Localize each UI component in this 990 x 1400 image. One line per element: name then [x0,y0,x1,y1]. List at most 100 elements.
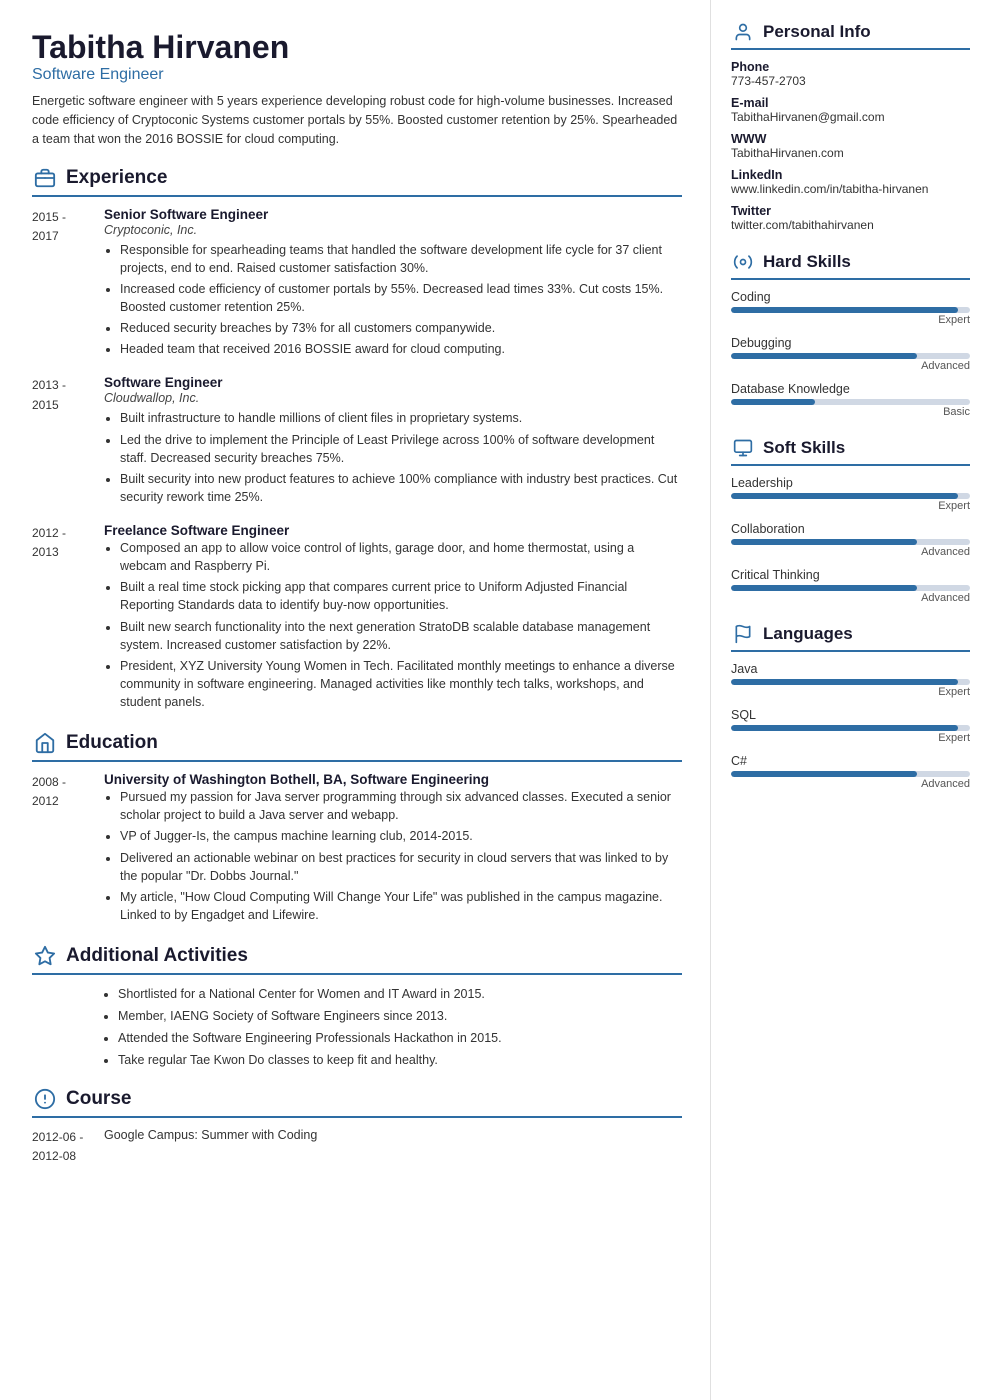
skill-bar-fill [731,539,917,545]
personal-info-title: Personal Info [763,22,871,42]
education-icon [32,730,58,756]
list-item: Attended the Software Engineering Profes… [118,1029,682,1047]
list-item: Built security into new product features… [120,470,682,506]
list-item: Reduced security breaches by 73% for all… [120,319,682,337]
hard-skills-icon [731,250,755,274]
experience-icon [32,165,58,191]
entry-bullets: Pursued my passion for Java server progr… [104,788,682,924]
course-dates: 2012-06 -2012-08 [32,1128,104,1166]
skill-name: Database Knowledge [731,382,970,396]
list-item: Headed team that received 2016 BOSSIE aw… [120,340,682,358]
hard-skills-header: Hard Skills [731,250,970,280]
soft-skills-icon [731,436,755,460]
skill-bar-bg [731,725,970,731]
list-item: VP of Jugger-Is, the campus machine lear… [120,827,682,845]
skill-name: Java [731,662,970,676]
list-item: Built new search functionality into the … [120,618,682,654]
education-entry: 2008 -2012 University of Washington Both… [32,772,682,927]
skill-level: Expert [731,686,970,698]
languages-list: Java Expert SQL Expert C# Advanced [731,662,970,790]
skill-bar-fill [731,353,917,359]
info-label: WWW [731,132,970,146]
entry-bullets: Composed an app to allow voice control o… [104,539,682,711]
soft-skills-list: Leadership Expert Collaboration Advanced… [731,476,970,604]
info-label: Twitter [731,204,970,218]
skill-name: Debugging [731,336,970,350]
entry-dates: 2013 -2015 [32,375,104,509]
skill-bar-bg [731,493,970,499]
skill-bar-fill [731,399,815,405]
candidate-name: Tabitha Hirvanen [32,28,682,66]
education-section-header: Education [32,730,682,762]
languages-header: Languages [731,622,970,652]
list-item: Led the drive to implement the Principle… [120,431,682,467]
list-item: Composed an app to allow voice control o… [120,539,682,575]
skill-level: Expert [731,314,970,326]
info-item: WWW TabithaHirvanen.com [731,132,970,160]
skill-bar-fill [731,771,917,777]
experience-entry: 2015 -2017 Senior Software Engineer Cryp… [32,207,682,362]
experience-entry: 2012 -2013 Freelance Software Engineer C… [32,523,682,714]
skill-bar-bg [731,307,970,313]
skill-level: Expert [731,500,970,512]
entry-content: University of Washington Bothell, BA, So… [104,772,682,927]
skill-level: Advanced [731,778,970,790]
info-label: LinkedIn [731,168,970,182]
skill-item: C# Advanced [731,754,970,790]
info-value: 773-457-2703 [731,74,970,88]
skill-bar-fill [731,679,958,685]
skill-bar-bg [731,399,970,405]
languages-title: Languages [763,624,853,644]
personal-info-header: Personal Info [731,20,970,50]
additional-icon [32,943,58,969]
list-item: Built a real time stock picking app that… [120,578,682,614]
entry-company: Cryptoconic, Inc. [104,223,682,237]
skill-bar-fill [731,307,958,313]
list-item: Responsible for spearheading teams that … [120,241,682,277]
skill-name: SQL [731,708,970,722]
list-item: Increased code efficiency of customer po… [120,280,682,316]
entry-content: Senior Software Engineer Cryptoconic, In… [104,207,682,362]
course-list: 2012-06 -2012-08 Google Campus: Summer w… [32,1128,682,1166]
soft-skills-header: Soft Skills [731,436,970,466]
list-item: Take regular Tae Kwon Do classes to keep… [118,1051,682,1069]
resume-wrapper: Tabitha Hirvanen Software Engineer Energ… [0,0,990,1400]
left-column: Tabitha Hirvanen Software Engineer Energ… [0,0,710,1400]
list-item: President, XYZ University Young Women in… [120,657,682,711]
entry-title: Senior Software Engineer [104,207,682,222]
list-item: Built infrastructure to handle millions … [120,409,682,427]
entry-title: University of Washington Bothell, BA, So… [104,772,682,787]
skill-item: Coding Expert [731,290,970,326]
hard-skills-list: Coding Expert Debugging Advanced Databas… [731,290,970,418]
skill-item: Collaboration Advanced [731,522,970,558]
education-list: 2008 -2012 University of Washington Both… [32,772,682,927]
languages-icon [731,622,755,646]
skill-name: Collaboration [731,522,970,536]
hard-skills-title: Hard Skills [763,252,851,272]
skill-bar-bg [731,771,970,777]
info-label: E-mail [731,96,970,110]
candidate-summary: Energetic software engineer with 5 years… [32,92,682,148]
skill-level: Advanced [731,360,970,372]
skill-bar-bg [731,585,970,591]
entry-company: Cloudwallop, Inc. [104,391,682,405]
right-column: Personal Info Phone 773-457-2703 E-mail … [710,0,990,1400]
soft-skills-title: Soft Skills [763,438,845,458]
personal-info-icon [731,20,755,44]
skill-name: Coding [731,290,970,304]
list-item: Delivered an actionable webinar on best … [120,849,682,885]
info-value: TabithaHirvanen.com [731,146,970,160]
list-item: Pursued my passion for Java server progr… [120,788,682,824]
resume-header: Tabitha Hirvanen Software Engineer Energ… [32,28,682,149]
course-name: Google Campus: Summer with Coding [104,1128,317,1166]
entry-bullets: Responsible for spearheading teams that … [104,241,682,359]
entry-title: Software Engineer [104,375,682,390]
skill-level: Basic [731,406,970,418]
experience-label: Experience [66,167,167,189]
list-item: My article, "How Cloud Computing Will Ch… [120,888,682,924]
entry-dates: 2008 -2012 [32,772,104,927]
skill-bar-fill [731,725,958,731]
course-label: Course [66,1088,131,1110]
skill-item: Database Knowledge Basic [731,382,970,418]
skill-bar-bg [731,679,970,685]
